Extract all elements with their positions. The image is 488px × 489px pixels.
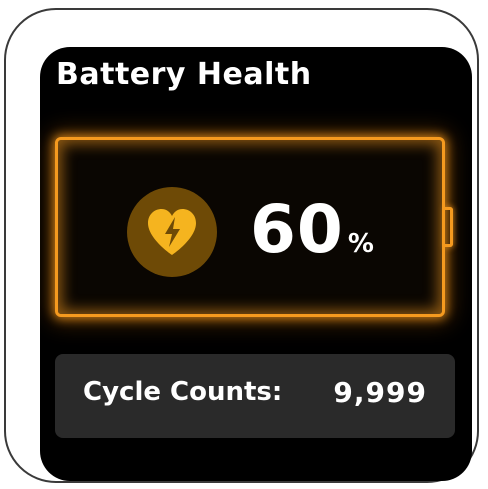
page-title: Battery Health	[56, 57, 312, 92]
heart-bolt-icon	[148, 209, 196, 255]
battery-health-value: 60	[250, 191, 344, 268]
watch-screen: Battery Health 60% Cycle Counts: 9,999	[40, 47, 472, 481]
cycle-count-label: Cycle Counts:	[83, 377, 283, 407]
cycle-count-value: 9,999	[333, 376, 427, 409]
watch-frame: Battery Health 60% Cycle Counts: 9,999	[4, 8, 479, 483]
cycle-count-card: Cycle Counts: 9,999	[55, 354, 455, 438]
battery-health-unit: %	[347, 229, 374, 259]
battery-health-readout: 60%	[250, 197, 374, 263]
health-badge	[127, 187, 217, 277]
battery-terminal	[445, 207, 453, 247]
